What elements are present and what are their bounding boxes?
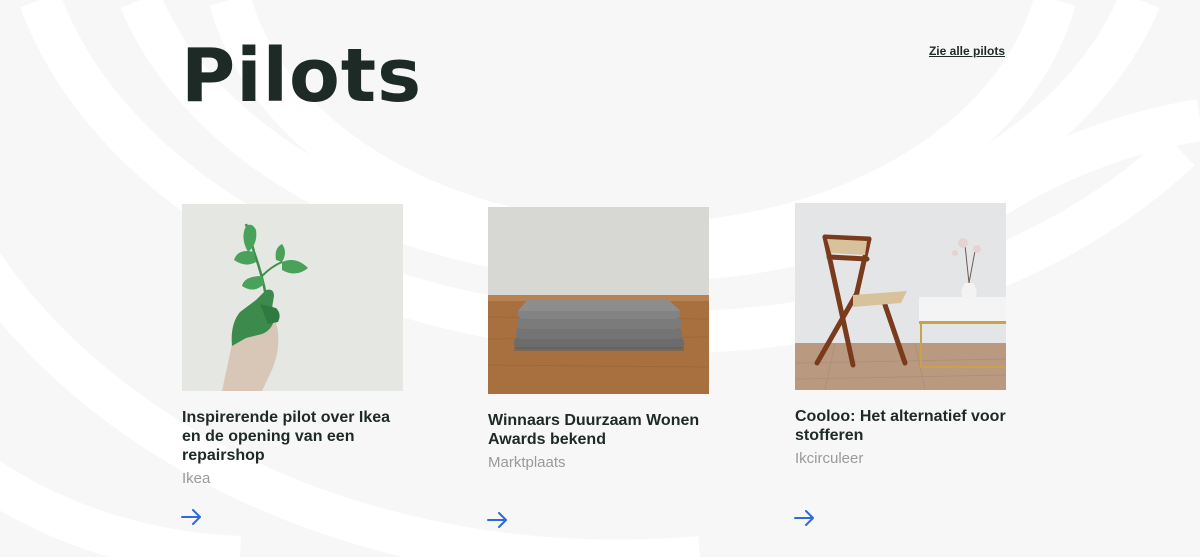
hand-holding-plant-photo: [182, 204, 403, 391]
arrow-right-icon[interactable]: [794, 510, 816, 526]
card-title[interactable]: Cooloo: Het alternatief voor stofferen: [795, 407, 1025, 445]
card-title[interactable]: Winnaars Duurzaam Wonen Awards bekend: [488, 411, 708, 449]
arrow-right-icon[interactable]: [181, 509, 203, 525]
see-all-pilots-link[interactable]: Zie alle pilots: [929, 44, 1005, 58]
card-organization: Marktplaats: [488, 454, 566, 471]
pilot-card[interactable]: Cooloo: Het alternatief voor stofferen I…: [794, 203, 1025, 526]
arrow-right-icon[interactable]: [487, 512, 509, 528]
page-title: Pilots: [181, 33, 423, 119]
card-organization: Ikea: [182, 470, 211, 487]
pilot-card[interactable]: Winnaars Duurzaam Wonen Awards bekend Ma…: [487, 207, 709, 528]
folding-chair-photo: [795, 203, 1006, 390]
card-organization: Ikcirculeer: [795, 450, 864, 467]
card-title[interactable]: Inspirerende pilot over Ikea en de openi…: [182, 408, 402, 465]
folded-felt-stack-photo: [488, 207, 709, 394]
pilot-card[interactable]: Inspirerende pilot over Ikea en de openi…: [181, 204, 403, 525]
